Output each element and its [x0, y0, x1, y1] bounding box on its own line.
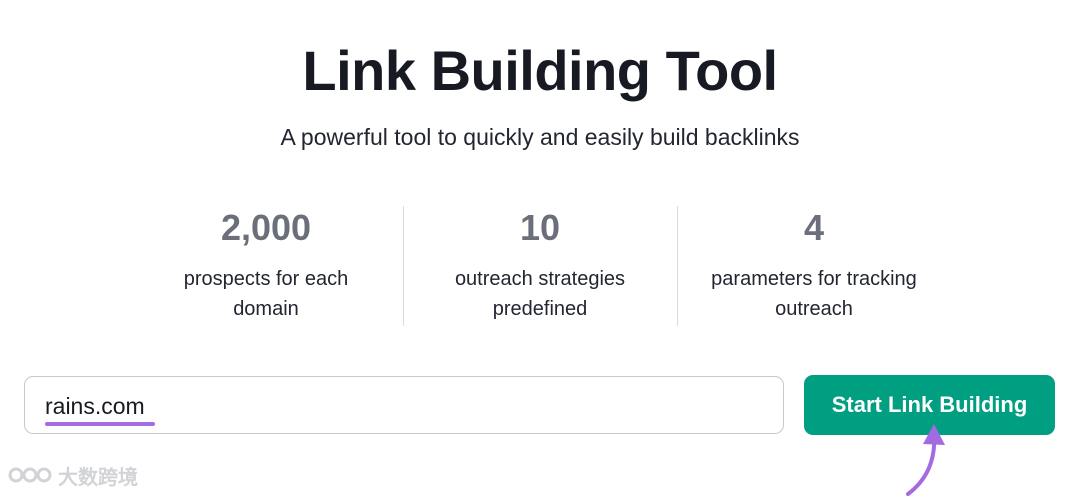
- pointer-arrow-icon: [906, 424, 945, 496]
- stat-prospects: 2,000 prospects for each domain: [130, 206, 402, 324]
- page: Link Building Tool A powerful tool to qu…: [0, 0, 1080, 496]
- stat-label: outreach strategies predefined: [454, 268, 626, 320]
- stat-label: prospects for each domain: [183, 268, 349, 320]
- stats-row: 2,000 prospects for each domain 10 outre…: [130, 206, 950, 326]
- stat-parameters: 4 parameters for tracking outreach: [678, 206, 950, 324]
- stat-number: 2,000: [220, 207, 312, 248]
- domain-input-value[interactable]: rains.com: [45, 392, 145, 420]
- watermark-logo-icon: [8, 467, 52, 483]
- domain-input[interactable]: rains.com: [24, 376, 784, 434]
- stat-number: 4: [803, 207, 825, 248]
- watermark: 大数跨境: [8, 460, 138, 490]
- stat-strategies: 10 outreach strategies predefined: [404, 206, 676, 324]
- stat-number: 10: [519, 207, 561, 248]
- domain-highlight-underline: [45, 422, 155, 426]
- stat-label: parameters for tracking outreach: [711, 268, 917, 320]
- watermark-text: 大数跨境: [58, 464, 138, 489]
- page-title: Link Building Tool: [302, 39, 778, 102]
- page-subtitle: A powerful tool to quickly and easily bu…: [280, 124, 800, 150]
